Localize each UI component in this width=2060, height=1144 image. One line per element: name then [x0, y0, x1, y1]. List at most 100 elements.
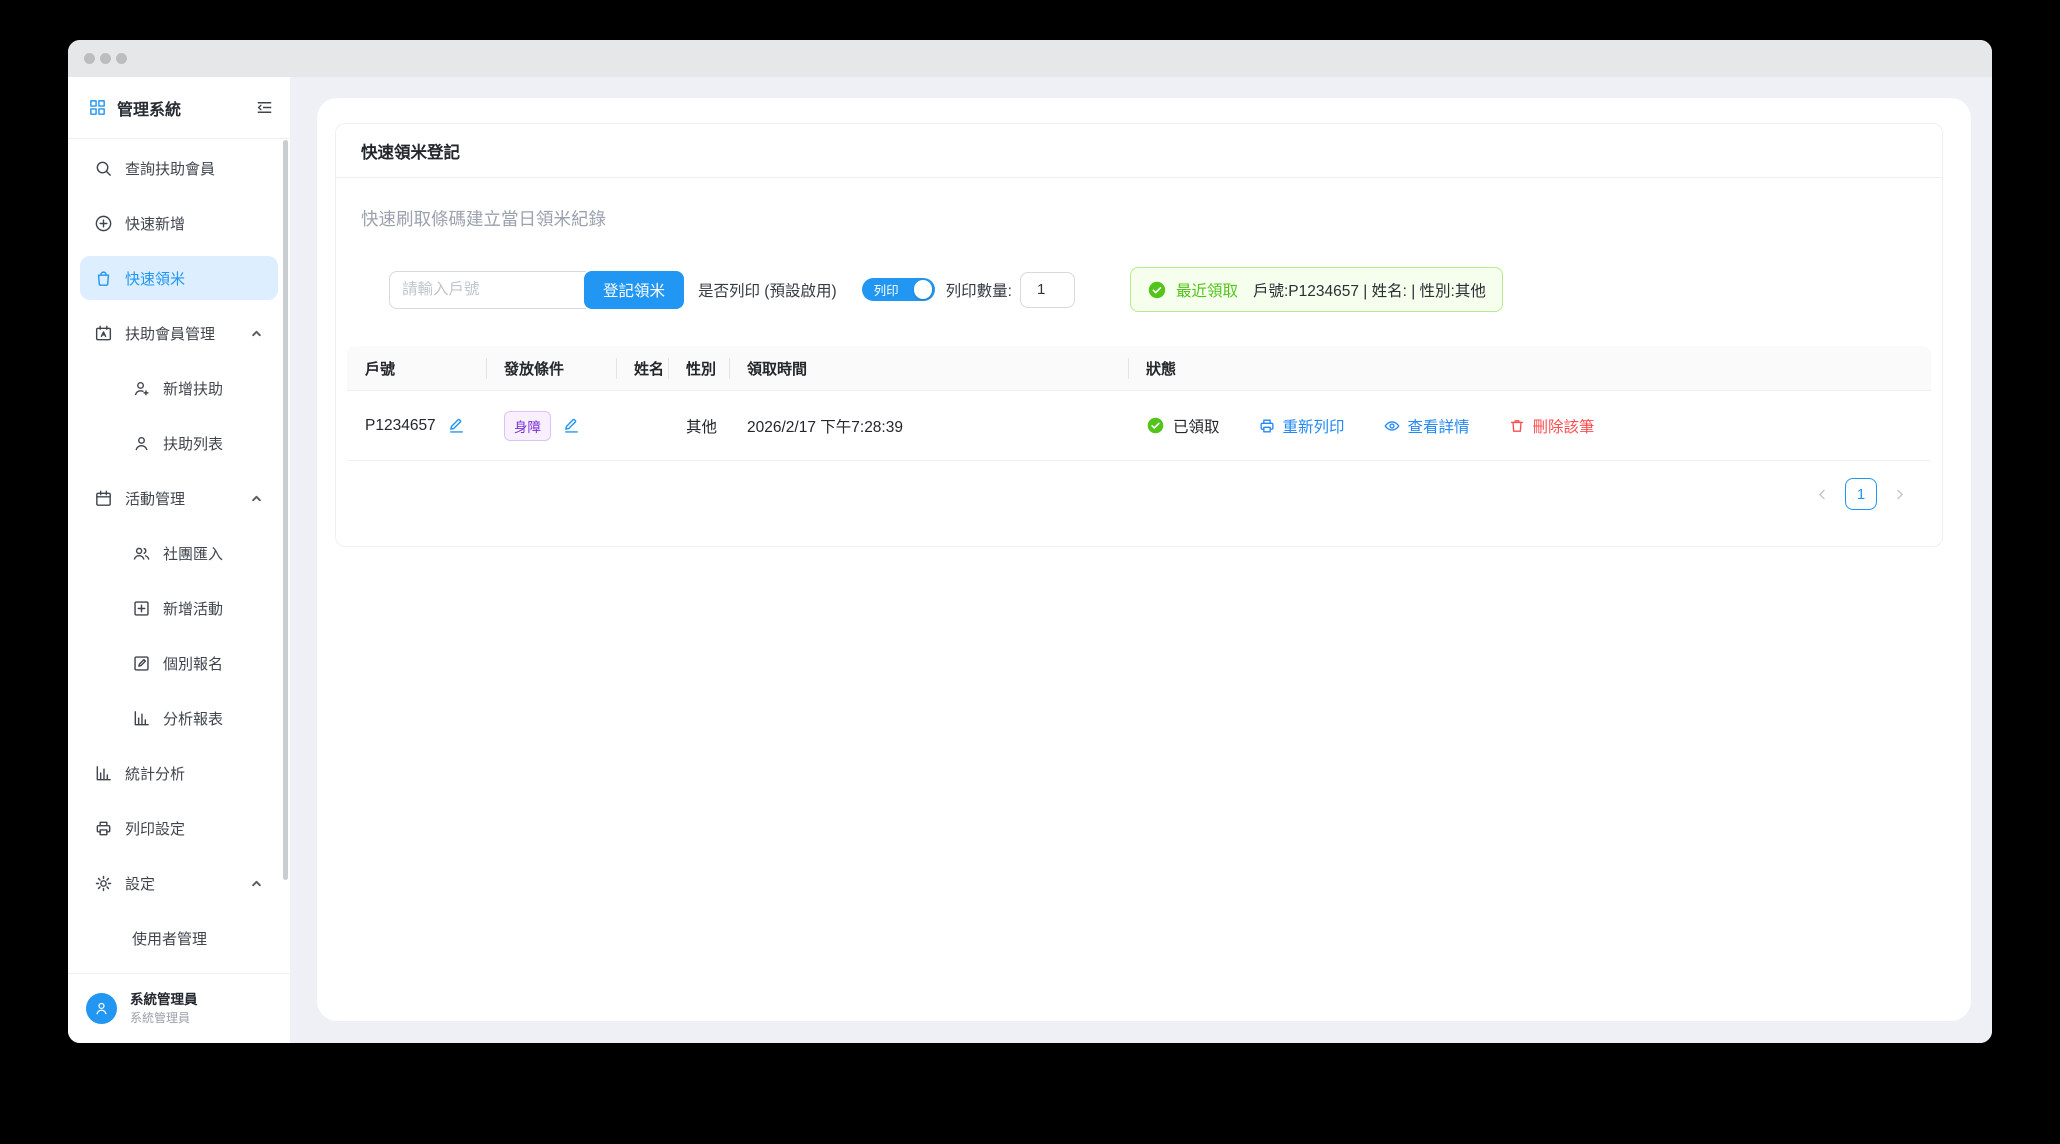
window-control-dot[interactable]	[84, 53, 95, 64]
household-id-input[interactable]	[389, 271, 586, 309]
sidebar-item-search-member[interactable]: 查詢扶助會員	[80, 146, 278, 190]
next-page-button[interactable]	[1892, 487, 1907, 502]
toolbar: 登記領米 是否列印 (預設啟用) 列印 列印數量:	[361, 267, 1917, 312]
sidebar-item-settings[interactable]: 設定	[80, 861, 278, 905]
sidebar-item-add-activity[interactable]: 新增活動	[80, 586, 278, 630]
app-window: 管理系統 查詢扶助會員 快速新增	[68, 40, 1992, 1043]
trash-icon	[1508, 417, 1526, 435]
cell-status-actions: 已領取 重新列印 查看詳情	[1128, 391, 1931, 460]
sidebar-item-user-management[interactable]: 使用者管理	[80, 916, 278, 960]
sidebar-user-panel[interactable]: 系統管理員 系統管理員	[68, 973, 290, 1043]
column-header-name: 姓名	[616, 346, 668, 390]
toggle-knob-icon	[914, 280, 933, 299]
page-number-button[interactable]: 1	[1845, 478, 1877, 510]
calendar-icon	[94, 489, 113, 508]
card-header: 快速領米登記	[336, 124, 1942, 178]
app-title: 管理系統	[117, 96, 181, 120]
sidebar-item-quick-rice[interactable]: 快速領米	[80, 256, 278, 300]
sidebar-item-analysis-report[interactable]: 分析報表	[80, 696, 278, 740]
printer-icon	[1258, 417, 1276, 435]
edit-pencil-icon[interactable]	[447, 416, 466, 435]
id-card-icon	[94, 324, 113, 343]
grid-logo-icon	[88, 98, 107, 117]
edit-square-icon	[132, 654, 151, 673]
chevron-left-icon	[1815, 487, 1830, 502]
eye-icon	[1383, 417, 1401, 435]
card-body: 快速刷取條碼建立當日領米紀錄 登記領米 是否列印 (預設啟用) 列印	[336, 206, 1942, 546]
cell-name	[616, 391, 668, 460]
sidebar-item-stats-analysis[interactable]: 統計分析	[80, 751, 278, 795]
sidebar-item-support-list[interactable]: 扶助列表	[80, 421, 278, 465]
team-icon	[132, 544, 151, 563]
column-header-pickup-time: 領取時間	[729, 346, 1128, 390]
sidebar-item-print-settings[interactable]: 列印設定	[80, 806, 278, 850]
user-icon	[132, 434, 151, 453]
sidebar-header: 管理系統	[68, 77, 290, 139]
sidebar-item-individual-signup[interactable]: 個別報名	[80, 641, 278, 685]
print-option-label: 是否列印 (預設啟用)	[698, 279, 837, 301]
recent-pickup-badge: 最近領取 戶號:P1234657 | 姓名: | 性別:其他	[1130, 267, 1503, 312]
sidebar-item-add-support[interactable]: 新增扶助	[80, 366, 278, 410]
gear-icon	[94, 874, 113, 893]
check-circle-icon	[1147, 280, 1167, 300]
view-details-link[interactable]: 查看詳情	[1383, 415, 1470, 437]
desktop-background: 管理系統 查詢扶助會員 快速新增	[0, 0, 2060, 1144]
recent-pickup-label: 最近領取	[1176, 279, 1238, 301]
cell-condition: 身障	[486, 391, 616, 460]
cell-gender: 其他	[668, 391, 729, 460]
column-header-gender: 性別	[668, 346, 729, 390]
table-row: P1234657 身障 其他 2026/2/17 下	[347, 391, 1931, 461]
app-body: 管理系統 查詢扶助會員 快速新增	[68, 77, 1992, 1043]
cell-pickup-time: 2026/2/17 下午7:28:39	[729, 391, 1128, 460]
chevron-up-icon	[251, 878, 262, 889]
household-input-group: 登記領米	[389, 271, 684, 309]
window-titlebar	[68, 40, 1992, 77]
chevron-up-icon	[251, 493, 262, 504]
sidebar-item-quick-add[interactable]: 快速新增	[80, 201, 278, 245]
plus-square-icon	[132, 599, 151, 618]
table-header-row: 戶號 發放條件 姓名 性別 領取時間 狀態	[347, 346, 1931, 391]
condition-tag: 身障	[504, 411, 551, 441]
column-header-condition: 發放條件	[486, 346, 616, 390]
pagination: 1	[361, 478, 1917, 510]
sidebar-collapse-button[interactable]	[255, 98, 274, 117]
search-icon	[94, 159, 113, 178]
user-role: 系統管理員	[130, 1010, 198, 1026]
print-toggle[interactable]: 列印	[862, 278, 935, 301]
register-pickup-button[interactable]: 登記領米	[584, 271, 684, 309]
edit-pencil-icon[interactable]	[562, 416, 581, 435]
printer-icon	[94, 819, 113, 838]
sidebar-item-group-import[interactable]: 社團匯入	[80, 531, 278, 575]
window-control-dot[interactable]	[100, 53, 111, 64]
sidebar: 管理系統 查詢扶助會員 快速新增	[68, 77, 290, 1043]
sidebar-item-member-management[interactable]: 扶助會員管理	[80, 311, 278, 355]
user-add-icon	[132, 379, 151, 398]
column-header-household-id: 戶號	[347, 346, 486, 390]
delete-row-link[interactable]: 刪除該筆	[1508, 415, 1595, 437]
plus-circle-icon	[94, 214, 113, 233]
user-name: 系統管理員	[130, 991, 198, 1009]
status-badge: 已領取	[1146, 415, 1220, 437]
reprint-link[interactable]: 重新列印	[1258, 415, 1345, 437]
column-header-status: 狀態	[1128, 346, 1931, 390]
shopping-bag-icon	[94, 269, 113, 288]
print-toggle-label: 列印	[874, 280, 899, 299]
main-content: 快速領米登記 快速刷取條碼建立當日領米紀錄 登記領米 是否列印 (預設啟用)	[290, 77, 1992, 1043]
quick-rice-card: 快速領米登記 快速刷取條碼建立當日領米紀錄 登記領米 是否列印 (預設啟用)	[335, 123, 1943, 547]
window-control-dot[interactable]	[116, 53, 127, 64]
print-quantity-label: 列印數量:	[946, 279, 1012, 301]
bar-chart-icon	[94, 764, 113, 783]
check-circle-icon	[1146, 416, 1165, 435]
content-panel: 快速領米登記 快速刷取條碼建立當日領米紀錄 登記領米 是否列印 (預設啟用)	[317, 98, 1971, 1021]
page-title: 快速領米登記	[361, 139, 460, 163]
chevron-right-icon	[1892, 487, 1907, 502]
sidebar-menu: 查詢扶助會員 快速新增 快速領米 扶助會員管理	[68, 139, 290, 973]
previous-page-button[interactable]	[1815, 487, 1830, 502]
sidebar-item-activity-management[interactable]: 活動管理	[80, 476, 278, 520]
pickup-records-table: 戶號 發放條件 姓名 性別 領取時間 狀態 P1234657	[347, 346, 1931, 461]
cell-household-id: P1234657	[347, 391, 486, 460]
user-icon	[93, 1000, 110, 1017]
sidebar-scrollbar[interactable]	[283, 140, 288, 880]
bar-chart-icon	[132, 709, 151, 728]
print-quantity-input[interactable]	[1020, 272, 1075, 308]
